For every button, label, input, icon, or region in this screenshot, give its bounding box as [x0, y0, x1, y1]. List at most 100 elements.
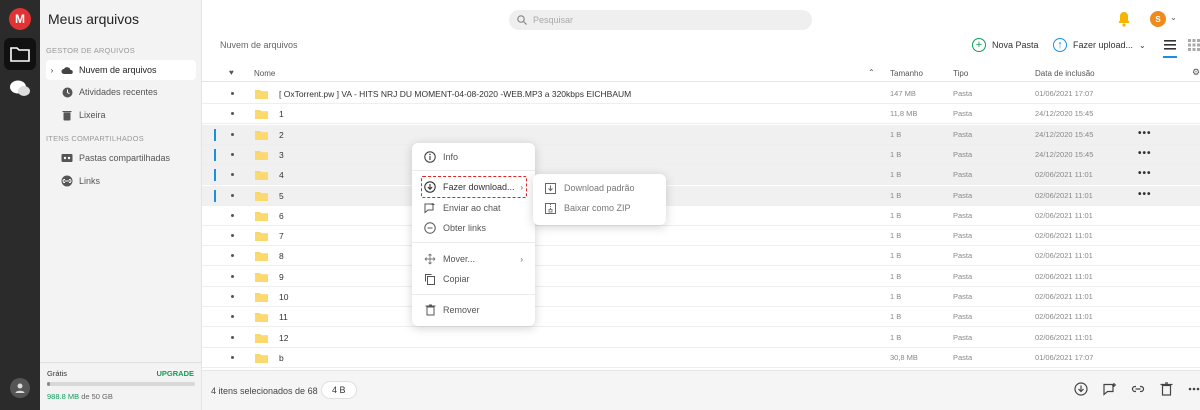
table-row[interactable]: 4 1 B Pasta 02/06/2021 11:01 •••	[202, 165, 1200, 186]
menu-item-send-to-chat[interactable]: Enviar ao chat	[412, 198, 535, 218]
table-row[interactable]: b 30,8 MB Pasta 01/06/2021 17:07	[202, 348, 1200, 368]
menu-item-label: Copiar	[443, 274, 470, 284]
file-size: 147 MB	[890, 89, 916, 98]
mega-logo[interactable]: M	[9, 8, 31, 30]
search-input[interactable]	[533, 15, 793, 25]
chevron-down-icon[interactable]: ⌄	[1170, 13, 1177, 22]
download-icon	[1074, 382, 1088, 396]
search-bar[interactable]	[509, 10, 812, 30]
table-row[interactable]: 5 1 B Pasta 02/06/2021 11:01 •••	[202, 185, 1200, 206]
file-type: Pasta	[953, 352, 973, 362]
user-avatar[interactable]: S	[1150, 11, 1166, 27]
copy-icon	[424, 273, 436, 285]
more-options-icon[interactable]: •••	[1138, 168, 1152, 179]
delete-button[interactable]	[1160, 382, 1174, 396]
file-size: 1 B	[890, 129, 902, 139]
folder-icon	[255, 90, 268, 99]
table-row[interactable]: 8 1 B Pasta 02/06/2021 11:01	[202, 246, 1200, 267]
link-icon	[424, 222, 436, 234]
favourite-dot[interactable]	[231, 173, 234, 177]
menu-item-standard-download[interactable]: Download padrão	[533, 178, 666, 198]
file-name: 9	[279, 271, 284, 282]
favourite-dot[interactable]	[231, 132, 234, 136]
menu-item-get-links[interactable]: Obter links	[412, 218, 535, 238]
download-file-icon	[544, 182, 556, 194]
favourite-dot[interactable]	[231, 234, 234, 238]
table-row[interactable]: 12 1 B Pasta 02/06/2021 11:01	[202, 328, 1200, 348]
favourite-dot[interactable]	[231, 315, 234, 319]
more-options-icon[interactable]: •••	[1138, 128, 1152, 139]
table-row[interactable]: 11 1 B Pasta 02/06/2021 11:01	[202, 307, 1200, 328]
grid-view-button[interactable]	[1188, 39, 1200, 51]
favourite-dot[interactable]	[231, 355, 234, 359]
files-nav-button[interactable]	[4, 38, 36, 70]
file-type: Pasta	[953, 312, 973, 322]
list-view-button[interactable]	[1164, 39, 1176, 51]
link-icon	[61, 175, 73, 187]
sidebar-item-shared-folders[interactable]: Pastas compartilhadas	[46, 148, 196, 168]
favourite-dot[interactable]	[231, 112, 234, 116]
menu-item-download-zip[interactable]: Baixar como ZIP	[533, 198, 666, 218]
more-options-icon[interactable]: •••	[1138, 189, 1152, 200]
table-row[interactable]: 6 1 B Pasta 02/06/2021 11:01	[202, 206, 1200, 226]
heart-icon[interactable]: ♥	[229, 68, 234, 77]
sidebar-item-cloud-drive[interactable]: › Nuvem de arquivos	[46, 60, 196, 80]
chevron-down-icon: ⌄	[1139, 40, 1146, 50]
favourite-dot[interactable]	[231, 193, 234, 197]
context-menu: Info Fazer download... › Enviar ao chat …	[412, 143, 535, 326]
table-row[interactable]: 1 11,8 MB Pasta 24/12/2020 15:45	[202, 104, 1200, 125]
file-type: Pasta	[953, 149, 973, 159]
sidebar-item-links[interactable]: Links	[46, 171, 196, 191]
upgrade-link[interactable]: UPGRADE	[156, 369, 194, 378]
gear-icon[interactable]: ⚙	[1192, 67, 1200, 78]
file-size: 1 B	[890, 231, 902, 241]
list-view-icon	[1164, 40, 1176, 50]
column-header-size[interactable]: Tamanho	[890, 69, 923, 78]
file-type: Pasta	[953, 109, 973, 119]
table-row[interactable]: 10 1 B Pasta 02/06/2021 11:01	[202, 287, 1200, 307]
sidebar-item-recent[interactable]: Atividades recentes	[46, 82, 196, 102]
table-row[interactable]: 3 1 B Pasta 24/12/2020 15:45 •••	[202, 144, 1200, 165]
favourite-dot[interactable]	[231, 92, 234, 95]
table-row[interactable]: 2 1 B Pasta 24/12/2020 15:45 •••	[202, 124, 1200, 145]
folder-icon	[255, 232, 268, 242]
menu-item-info[interactable]: Info	[412, 147, 535, 167]
folder-icon	[255, 211, 268, 221]
account-avatar[interactable]	[10, 378, 30, 398]
download-highlight-box	[421, 176, 527, 198]
notifications-button[interactable]	[1117, 11, 1133, 27]
breadcrumb[interactable]: Nuvem de arquivos	[220, 40, 298, 50]
favourite-dot[interactable]	[231, 213, 234, 217]
trash-icon	[424, 304, 436, 316]
download-button[interactable]	[1074, 382, 1088, 396]
table-row[interactable]: [ OxTorrent.pw ] VA - HITS NRJ DU MOMENT…	[202, 84, 1200, 104]
get-link-button[interactable]	[1131, 382, 1145, 396]
link-icon	[1131, 385, 1145, 393]
sort-up-icon[interactable]: ⌃	[868, 68, 875, 77]
sidebar: Meus arquivos GESTOR DE ARQUIVOS › Nuvem…	[40, 0, 202, 410]
favourite-dot[interactable]	[231, 274, 234, 278]
table-row[interactable]: 9 1 B Pasta 02/06/2021 11:01	[202, 267, 1200, 287]
more-options-icon[interactable]: •••	[1138, 148, 1152, 159]
more-options-button[interactable]	[1188, 382, 1200, 396]
favourite-dot[interactable]	[231, 254, 234, 258]
send-to-chat-button[interactable]	[1103, 382, 1117, 396]
menu-item-move[interactable]: Mover... ›	[412, 249, 535, 269]
sidebar-item-trash[interactable]: Lixeira	[46, 105, 196, 125]
selection-indicator	[214, 148, 216, 161]
new-folder-button[interactable]: + Nova Pasta	[972, 37, 1039, 53]
column-header-name[interactable]: Nome	[254, 69, 275, 78]
chat-nav-button[interactable]	[8, 78, 32, 100]
favourite-dot[interactable]	[231, 152, 234, 156]
plus-circle-icon: +	[972, 38, 986, 52]
favourite-dot[interactable]	[231, 335, 234, 339]
folder-icon	[255, 333, 268, 343]
menu-item-copy[interactable]: Copiar	[412, 269, 535, 289]
column-header-date[interactable]: Data de inclusão	[1035, 69, 1095, 78]
menu-item-remove[interactable]: Remover	[412, 300, 535, 320]
table-row[interactable]: 7 1 B Pasta 02/06/2021 11:01	[202, 226, 1200, 247]
file-date: 02/06/2021 11:01	[1035, 292, 1093, 301]
favourite-dot[interactable]	[231, 295, 234, 298]
upload-button[interactable]: ↑ Fazer upload... ⌄	[1053, 37, 1146, 53]
column-header-type[interactable]: Tipo	[953, 69, 968, 78]
